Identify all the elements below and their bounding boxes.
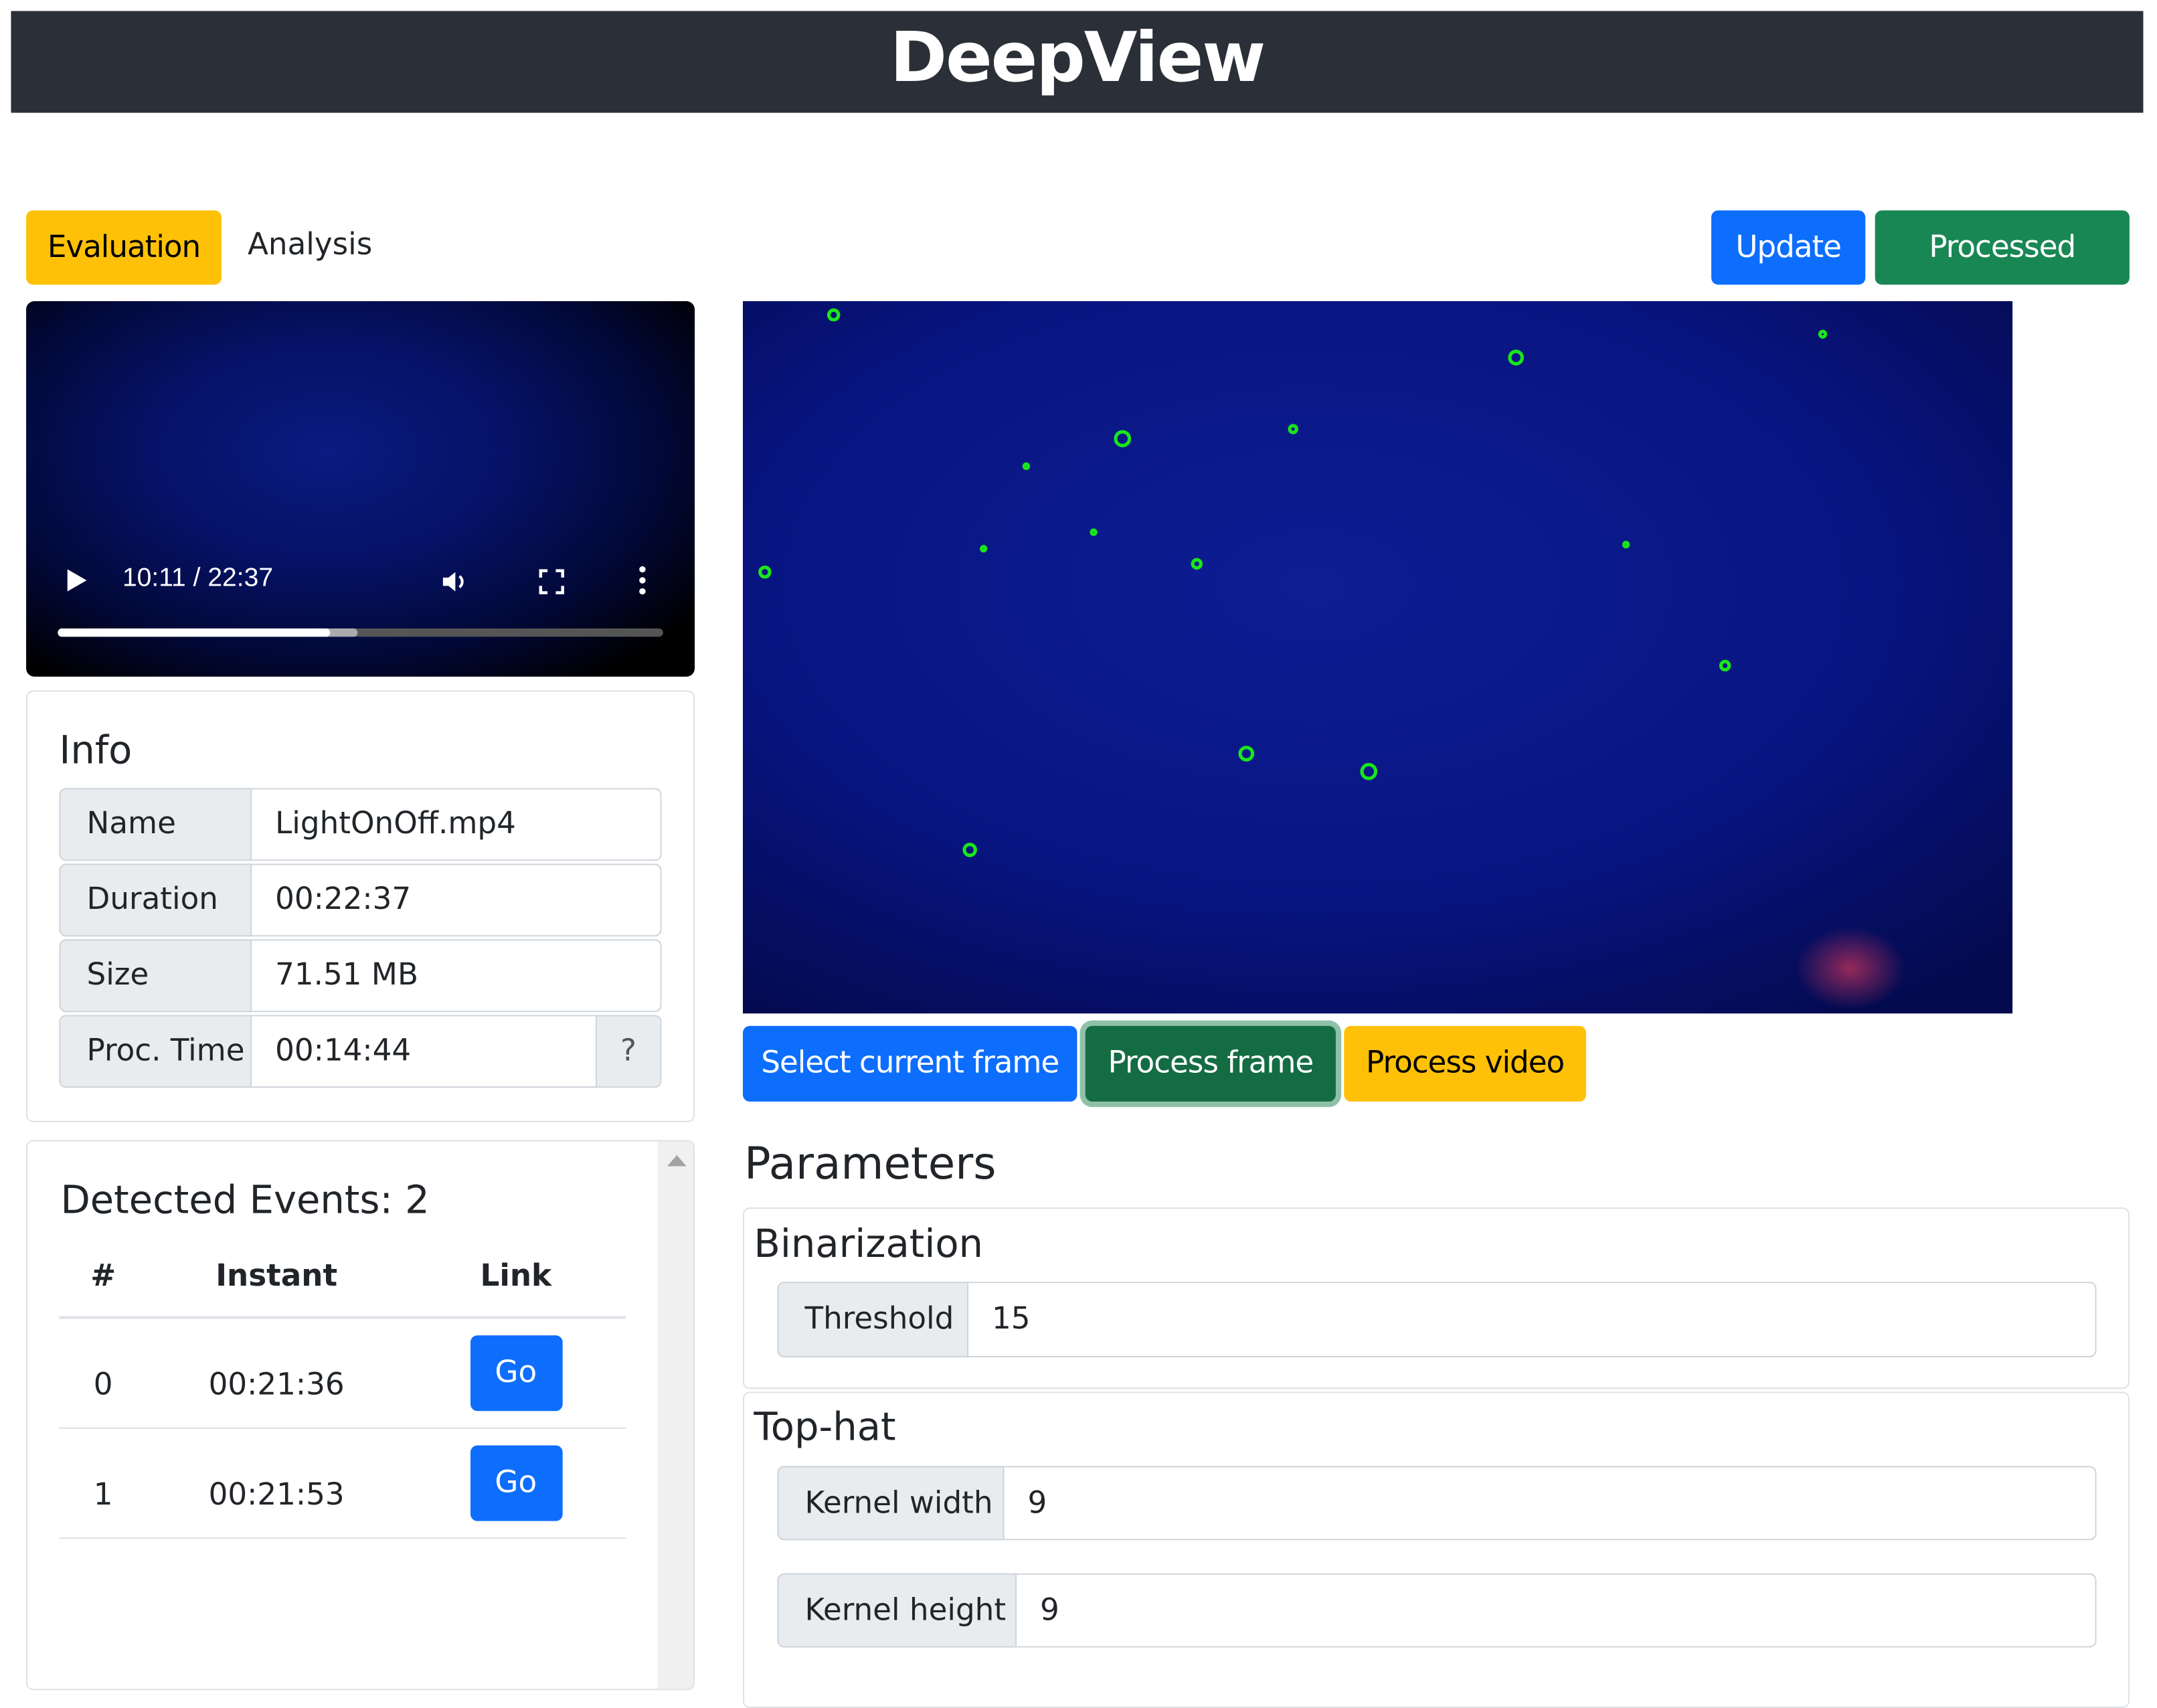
threshold-field: Threshold 15 [777, 1282, 2097, 1358]
kernel-height-input[interactable]: 9 [1017, 1573, 2097, 1648]
table-header-row: # Instant Link [59, 1237, 626, 1319]
video-time: 10:11 / 22:37 [122, 564, 274, 593]
kernel-height-label: Kernel height [777, 1573, 1017, 1648]
info-row-duration: Duration 00:22:37 [59, 863, 662, 937]
size-label: Size [59, 939, 252, 1013]
more-options-icon[interactable] [637, 566, 648, 596]
select-current-frame-button[interactable]: Select current frame [742, 1025, 1077, 1102]
info-title: Info [59, 727, 133, 773]
proc-time-value: 00:14:44 [252, 1015, 598, 1088]
tab-analysis[interactable]: Analysis [248, 228, 372, 262]
proc-time-label: Proc. Time [59, 1015, 252, 1088]
info-row-size: Size 71.51 MB [59, 939, 662, 1013]
kernel-width-input[interactable]: 9 [1004, 1466, 2097, 1541]
info-card: Info Name LightOnOff.mp4 Duration 00:22:37… [26, 690, 695, 1122]
processed-button[interactable]: Processed [1875, 210, 2130, 285]
scroll-up-icon[interactable] [667, 1155, 687, 1167]
process-frame-button[interactable]: Process frame [1085, 1025, 1336, 1102]
events-card: Detected Events: 2 # Instant Link 0 00:21:3… [26, 1140, 695, 1691]
tab-evaluation[interactable]: Evaluation [26, 210, 222, 285]
proc-time-help-button[interactable]: ? [597, 1015, 662, 1088]
go-button[interactable]: Go [469, 1444, 562, 1521]
info-row-proc-time: Proc. Time 00:14:44? [59, 1015, 662, 1088]
binarization-title: Binarization [754, 1221, 984, 1267]
table-row: 0 00:21:36 Go [59, 1317, 626, 1428]
play-icon[interactable] [67, 569, 87, 592]
tophat-card: Top-hat Kernel width 9 Kernel height 9 [742, 1391, 2130, 1708]
volume-icon[interactable] [439, 566, 472, 598]
update-button[interactable]: Update [1711, 210, 1866, 285]
threshold-label: Threshold [777, 1282, 969, 1358]
events-table: # Instant Link 0 00:21:36 Go 1 00:21:53 Go [59, 1237, 626, 1539]
video-progress-bar[interactable] [58, 628, 663, 637]
kernel-width-field: Kernel width 9 [777, 1466, 2097, 1541]
played-fill [58, 628, 331, 637]
events-title: Detected Events: 2 [60, 1177, 430, 1223]
app-header: DeepView [11, 11, 2144, 113]
event-instant: 00:21:36 [147, 1317, 406, 1428]
parameters-title: Parameters [744, 1137, 997, 1190]
col-instant: Instant [147, 1237, 406, 1319]
event-instant: 00:21:53 [147, 1427, 406, 1539]
col-link: Link [406, 1237, 626, 1319]
scrollbar[interactable] [657, 1141, 693, 1689]
kernel-height-field: Kernel height 9 [777, 1573, 2097, 1648]
name-value: LightOnOff.mp4 [252, 788, 662, 861]
app-title: DeepView [889, 17, 1266, 98]
video-player[interactable]: 10:11 / 22:37 [26, 301, 695, 677]
size-value: 71.51 MB [252, 939, 662, 1013]
threshold-input[interactable]: 15 [968, 1282, 2097, 1358]
tophat-title: Top-hat [754, 1403, 896, 1450]
frame-background [742, 301, 2013, 1014]
col-index: # [59, 1237, 147, 1319]
processed-frame [742, 301, 2013, 1014]
go-button[interactable]: Go [469, 1335, 562, 1411]
event-index: 0 [59, 1317, 147, 1428]
binarization-card: Binarization Threshold 15 [742, 1207, 2130, 1389]
fullscreen-icon[interactable] [538, 568, 566, 596]
table-row: 1 00:21:53 Go [59, 1427, 626, 1539]
light-artifact [1795, 926, 1905, 1010]
event-index: 1 [59, 1427, 147, 1539]
info-row-name: Name LightOnOff.mp4 [59, 788, 662, 861]
name-label: Name [59, 788, 252, 861]
duration-label: Duration [59, 863, 252, 937]
process-video-button[interactable]: Process video [1344, 1025, 1586, 1102]
duration-value: 00:22:37 [252, 863, 662, 937]
kernel-width-label: Kernel width [777, 1466, 1005, 1541]
